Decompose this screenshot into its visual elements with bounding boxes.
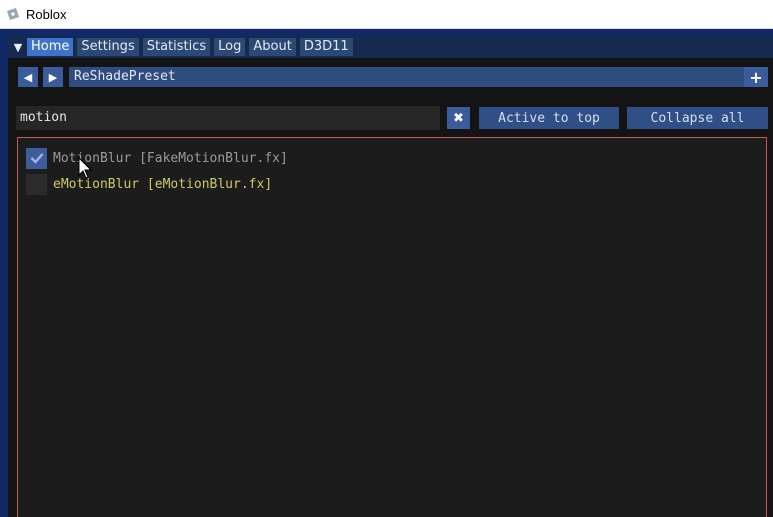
effects-list: MotionBlur [FakeMotionBlur.fx] eMotionBl…	[17, 137, 767, 517]
collapse-all-button[interactable]: Collapse all	[627, 107, 768, 129]
effect-search-input[interactable]: motion	[16, 106, 440, 130]
tab-statistics[interactable]: Statistics	[142, 38, 211, 56]
preset-name-field[interactable]: ReShadePreset	[69, 67, 756, 87]
active-to-top-button[interactable]: Active to top	[479, 107, 619, 129]
tab-about[interactable]: About	[249, 38, 296, 56]
tab-home[interactable]: Home	[27, 38, 74, 56]
previous-preset-button[interactable]: ◀	[18, 67, 38, 87]
tab-log[interactable]: Log	[214, 38, 246, 56]
plus-icon: +	[749, 67, 763, 87]
checkmark-icon	[30, 153, 43, 164]
effect-item-emotionblur[interactable]: eMotionBlur [eMotionBlur.fx]	[26, 173, 272, 195]
next-preset-button[interactable]: ▶	[43, 67, 63, 87]
add-preset-button[interactable]: +	[744, 67, 768, 87]
tab-settings[interactable]: Settings	[77, 38, 139, 56]
clear-search-button[interactable]: ✖	[447, 107, 470, 129]
triangle-right-icon: ▶	[48, 70, 58, 84]
effect-item-motionblur[interactable]: MotionBlur [FakeMotionBlur.fx]	[26, 147, 288, 169]
preset-selector: ◀ ▶ ReShadePreset +	[18, 66, 768, 88]
window-title-bar: Roblox	[0, 0, 773, 29]
roblox-app-icon	[6, 7, 20, 21]
effect-checkbox[interactable]	[26, 147, 47, 169]
collapse-menu-icon[interactable]: ▼	[11, 38, 25, 56]
triangle-left-icon: ◀	[23, 70, 33, 84]
tab-bar: ▼ Home Settings Statistics Log About D3D…	[8, 36, 773, 58]
effect-checkbox[interactable]	[26, 173, 47, 195]
x-icon: ✖	[453, 110, 464, 126]
tab-d3d11[interactable]: D3D11	[299, 38, 353, 56]
window-title: Roblox	[26, 6, 67, 22]
mouse-cursor-icon	[78, 157, 93, 179]
